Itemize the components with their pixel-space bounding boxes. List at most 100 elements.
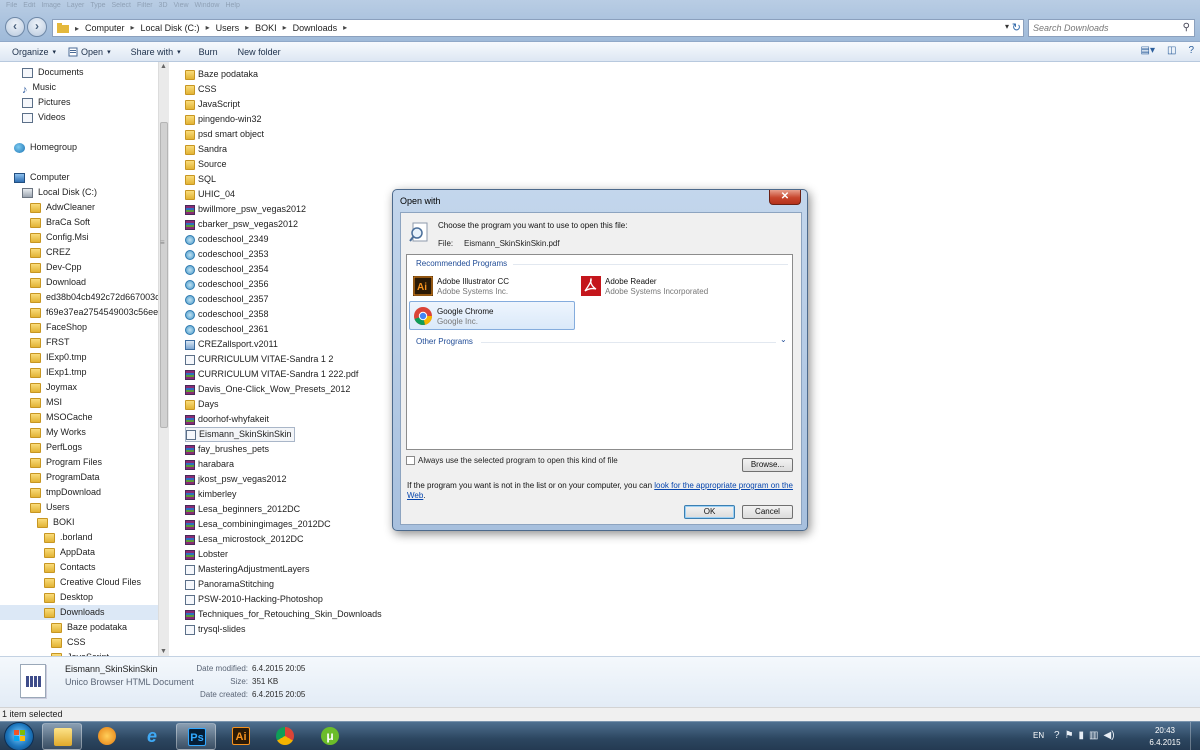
file-item[interactable]: codeschool_2356 [185,277,269,292]
volume-icon[interactable]: ◀) [1104,730,1115,741]
taskbar-explorer[interactable] [42,723,82,750]
nav-item[interactable]: IExp1.tmp [30,365,87,380]
always-use-label[interactable]: Always use the selected program to open … [418,456,618,465]
file-item[interactable]: Days [185,397,219,412]
start-button[interactable] [4,722,34,750]
search-input[interactable]: Search Downloads ⚲ [1028,19,1195,37]
navigation-scrollbar[interactable]: ▲ ≡ ▼ [158,62,169,656]
menu-item[interactable]: Help [225,0,239,12]
nav-item[interactable]: PerfLogs [30,440,82,455]
clock-date[interactable]: 6.4.2015 [1145,738,1185,747]
file-item[interactable]: PSW-2010-Hacking-Photoshop [185,592,323,607]
chevron-down-icon[interactable]: ⌄ [780,335,787,344]
nav-item[interactable]: MSI [30,395,62,410]
program-adobe-reader[interactable]: Adobe Reader Adobe Systems Incorporated [577,271,743,300]
breadcrumb-separator[interactable]: ▸ [131,23,135,33]
file-item[interactable]: UHIC_04 [185,187,235,202]
file-item[interactable]: Baze podataka [185,67,258,82]
file-item[interactable]: codeschool_2353 [185,247,269,262]
file-item[interactable]: codeschool_2358 [185,307,269,322]
view-options-icon[interactable]: ▤▾ [1141,45,1155,56]
taskbar-media-player[interactable] [87,723,127,750]
breadcrumb-separator[interactable]: ▸ [245,23,249,33]
breadcrumb-item[interactable]: Computer [85,23,125,33]
file-item[interactable]: psd smart object [185,127,264,142]
scroll-down-icon[interactable]: ▼ [160,648,167,655]
address-bar[interactable]: ▸ Computer ▸ Local Disk (C:) ▸ Users ▸ BOKI ▸ Do… [52,19,1024,37]
menu-item[interactable]: Layer [67,0,85,12]
nav-item[interactable]: Downloads [0,605,158,620]
file-item[interactable]: codeschool_2354 [185,262,269,277]
file-item[interactable]: CURRICULUM VITAE-Sandra 1 222.pdf [185,367,358,382]
file-item[interactable]: CREZallsport.v2011 [185,337,278,352]
nav-item[interactable]: AdwCleaner [30,200,95,215]
breadcrumb-separator[interactable]: ▸ [206,23,210,33]
breadcrumb-separator[interactable]: ▸ [283,23,287,33]
taskbar-internet-explorer[interactable]: e [132,723,172,750]
breadcrumb-item[interactable]: Users [216,23,240,33]
help-icon[interactable]: ? [1054,730,1060,741]
flag-icon[interactable]: ⚑ [1065,730,1074,741]
file-item[interactable]: doorhof-whyfakeit [185,412,269,427]
file-item[interactable]: CSS [185,82,217,97]
language-indicator[interactable]: EN [1033,731,1044,740]
organize-button[interactable]: Organize ▾ [12,47,56,57]
nav-item[interactable]: .borland [44,530,93,545]
nav-item[interactable]: Documents [22,65,84,80]
burn-button[interactable]: Burn [199,47,218,57]
nav-item[interactable]: f69e37ea2754549003c56ee80ac [30,305,158,320]
file-item[interactable]: MasteringAdjustmentLayers [185,562,310,577]
taskbar-chrome[interactable] [265,723,305,750]
nav-item[interactable]: Program Files [30,455,102,470]
navigation-pane[interactable]: Documents ♪ Music Pictures Videos Homegroup Co… [0,62,158,656]
file-item[interactable]: JavaScript [185,97,240,112]
nav-item[interactable]: tmpDownload [30,485,101,500]
file-item[interactable]: cbarker_psw_vegas2012 [185,217,298,232]
new-folder-button[interactable]: New folder [238,47,281,57]
file-item[interactable]: Techniques_for_Retouching_Skin_Downloads [185,607,382,622]
nav-item[interactable]: AppData [44,545,95,560]
nav-item[interactable]: My Works [30,425,86,440]
scrollbar-thumb[interactable] [160,122,168,428]
nav-item[interactable]: CSS [51,635,86,650]
nav-item[interactable]: Config.Msi [30,230,89,245]
file-item[interactable]: fay_brushes_pets [185,442,269,457]
file-item[interactable]: Eismann_SkinSkinSkin [185,427,295,442]
nav-item[interactable]: Desktop [44,590,93,605]
help-icon[interactable]: ? [1188,45,1194,56]
clock-time[interactable]: 20:43 [1145,726,1185,735]
cancel-button[interactable]: Cancel [742,505,793,519]
taskbar-photoshop[interactable]: Ps [176,723,216,750]
file-item[interactable]: Davis_One-Click_Wow_Presets_2012 [185,382,350,397]
file-item[interactable]: Sandra [185,142,227,157]
power-icon[interactable]: ▮ [1079,730,1085,741]
menu-item[interactable]: Window [195,0,220,12]
ok-button[interactable]: OK [684,505,735,519]
nav-item[interactable]: Creative Cloud Files [44,575,141,590]
nav-item[interactable]: Computer [14,170,70,185]
always-use-checkbox[interactable] [406,456,415,465]
nav-item[interactable]: Baze podataka [51,620,127,635]
show-desktop-button[interactable] [1190,722,1200,750]
scroll-up-icon[interactable]: ▲ [160,63,167,70]
back-button[interactable]: ‹ [5,17,25,37]
nav-item[interactable]: CREZ [30,245,71,260]
menu-item[interactable]: File [6,0,17,12]
file-item[interactable]: harabara [185,457,234,472]
preview-pane-icon[interactable]: ◫ [1167,45,1176,56]
nav-item[interactable]: Dev-Cpp [30,260,82,275]
nav-item[interactable]: ♪ Music [22,80,56,96]
file-item[interactable]: codeschool_2357 [185,292,269,307]
file-item[interactable]: PanoramaStitching [185,577,274,592]
menu-item[interactable]: Edit [23,0,35,12]
menu-item[interactable]: 3D [159,0,168,12]
breadcrumb-item[interactable]: Downloads [293,23,338,33]
file-item[interactable]: Lesa_combiningimages_2012DC [185,517,331,532]
nav-item[interactable]: Joymax [30,380,77,395]
file-item[interactable]: Lobster [185,547,228,562]
nav-item[interactable]: Local Disk (C:) [22,185,97,200]
file-item[interactable]: kimberley [185,487,237,502]
other-programs-heading[interactable]: Other Programs [416,337,473,346]
nav-item[interactable]: MSOCache [30,410,93,425]
file-item[interactable]: Lesa_beginners_2012DC [185,502,300,517]
